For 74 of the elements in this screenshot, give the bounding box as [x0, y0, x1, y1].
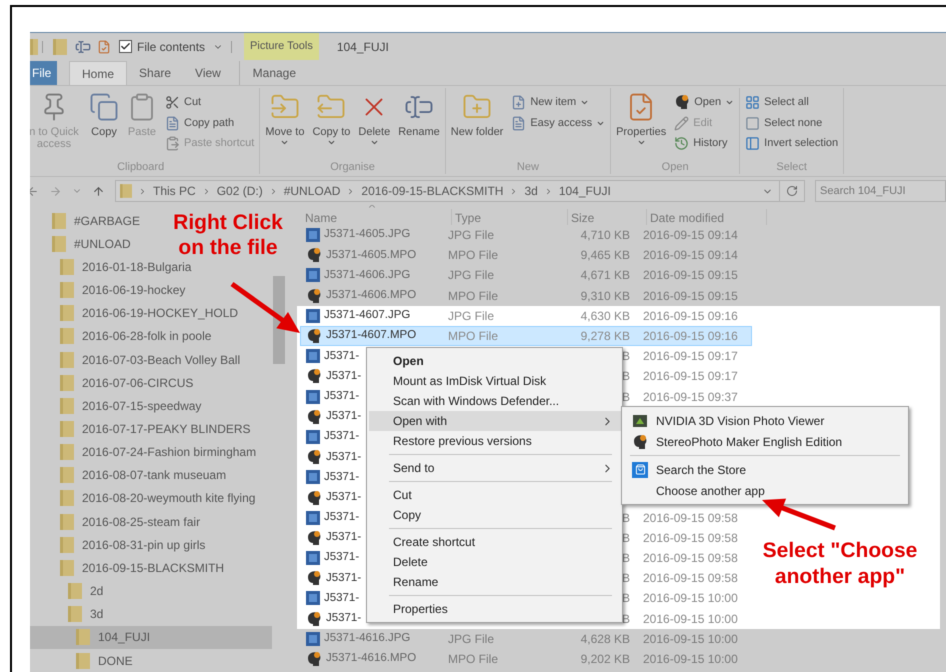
file-name: J5371- [326, 530, 362, 546]
file-type: MPO File [448, 652, 498, 666]
file-size: 9,310 KB [580, 288, 630, 305]
file-type: JPG File [448, 632, 494, 646]
file-name: J5371-4616.JPG [324, 631, 410, 646]
file-size: 4,630 KB [580, 308, 630, 325]
file-type: JPG File [448, 228, 494, 242]
file-size: B [622, 530, 630, 547]
file-name: J5371- [326, 450, 362, 465]
context-tab-header: Picture Tools [244, 33, 319, 60]
date-modified: 2016-09-15 09:17 [643, 349, 738, 364]
date-modified: 2016-09-15 10:00 [643, 652, 738, 666]
file-type: MPO File [448, 288, 498, 303]
file-size: B [622, 610, 630, 628]
file-name: J5371- [326, 490, 362, 505]
date-modified: 2016-09-15 09:17 [643, 369, 738, 384]
file-size: 4,710 KB [580, 227, 630, 244]
file-name: J5371- [326, 409, 362, 424]
file-size: B [622, 590, 630, 608]
file-name: J5371- [326, 570, 362, 586]
file-name: J5371- [324, 590, 360, 606]
date-modified: 2016-09-15 09:16 [643, 329, 738, 344]
file-type: JPG File [448, 308, 494, 323]
date-modified: 2016-09-15 10:00 [643, 591, 738, 606]
checkbox-label: File contents [137, 38, 206, 56]
date-modified: 2016-09-15 09:58 [643, 551, 738, 566]
file-size: 9,278 KB [580, 328, 630, 346]
file-name: J5371- [324, 510, 360, 526]
file-name: J5371- [326, 368, 362, 384]
date-modified: 2016-09-15 09:15 [643, 268, 738, 282]
group-label: Open [660, 160, 690, 174]
group-label: Clipboard [116, 160, 166, 174]
file-size: 4,671 KB [580, 267, 630, 284]
date-modified: 2016-09-15 09:58 [643, 571, 738, 586]
file-size: 9,465 KB [580, 247, 630, 264]
date-modified: 2016-09-15 09:14 [643, 248, 738, 262]
file-name: J5371- [326, 611, 362, 626]
group-label: Organise [329, 160, 376, 174]
file-type: MPO File [448, 329, 498, 344]
annotation-text: Select "Choose another app" [762, 538, 918, 590]
file-type: JPG File [448, 268, 494, 282]
file-name: J5371-4607.MPO [326, 328, 416, 344]
file-size: B [622, 550, 630, 568]
file-name: J5371- [324, 429, 360, 444]
file-size: 9,202 KB [580, 651, 630, 668]
file-name: J5371- [324, 550, 360, 566]
file-name: J5371-4606.JPG [324, 268, 410, 283]
date-modified: 2016-09-15 09:14 [643, 228, 738, 242]
annotation-text: Right Click on the file [172, 210, 284, 260]
file-size: B [622, 348, 630, 366]
date-modified: 2016-09-15 09:16 [643, 308, 738, 323]
file-name: J5371-4606.MPO [326, 288, 416, 304]
file-name: J5371- [324, 470, 360, 485]
file-name: J5371- [324, 348, 360, 364]
date-modified: 2016-09-15 09:58 [643, 510, 738, 525]
file-size: B [622, 368, 630, 386]
file-type: MPO File [448, 248, 498, 262]
file-size: B [622, 570, 630, 588]
date-modified: 2016-09-15 09:58 [643, 530, 738, 545]
file-name: J5371-4607.JPG [324, 308, 410, 324]
date-modified: 2016-09-15 10:00 [643, 632, 738, 646]
file-name: J5371-4605.MPO [326, 248, 416, 263]
file-name: J5371-4616.MPO [326, 651, 416, 666]
window-title: 104_FUJI [336, 38, 389, 56]
file-name: J5371-4605.JPG [324, 227, 410, 242]
file-name: J5371- [324, 388, 360, 404]
date-modified: 2016-09-15 09:37 [643, 390, 738, 404]
file-size: B [622, 388, 630, 406]
date-modified: 2016-09-15 09:15 [643, 288, 738, 303]
file-size: 4,628 KB [580, 630, 630, 648]
file-size: B [622, 510, 630, 527]
date-modified: 2016-09-15 10:00 [643, 612, 738, 626]
group-label: Select [775, 160, 808, 174]
group-label: New [516, 160, 540, 174]
